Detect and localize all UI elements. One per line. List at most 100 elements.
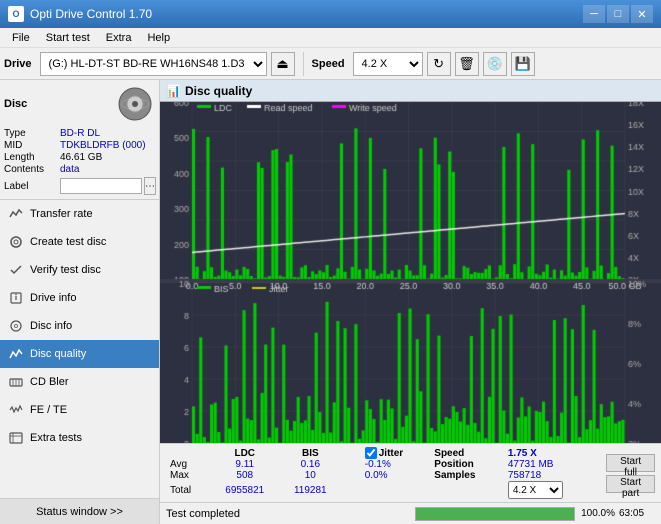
nav-list: Transfer rate Create test disc Verify te… bbox=[0, 200, 159, 498]
contents-key: Contents bbox=[4, 164, 60, 175]
create-disc-icon bbox=[8, 234, 24, 250]
start-part-button[interactable]: Start part bbox=[606, 475, 655, 493]
stats-table: LDC BIS Jitter Speed 1.75 X Avg 9.11 0.1… bbox=[166, 447, 598, 499]
eject-button[interactable]: ⏏ bbox=[271, 52, 295, 76]
nav-cd-bler[interactable]: CD Bler bbox=[0, 368, 159, 396]
drive-label: Drive bbox=[4, 58, 32, 70]
stats-speed-select[interactable]: 4.2 X bbox=[508, 481, 563, 499]
extra-tests-icon bbox=[8, 430, 24, 446]
time-value: 63:05 bbox=[619, 508, 655, 519]
disc-fields: Type BD-R DL MID TDKBLDRFB (000) Length … bbox=[4, 128, 155, 195]
start-buttons: Start full Start part bbox=[598, 447, 655, 499]
verify-icon bbox=[8, 262, 24, 278]
speed-select[interactable]: 4.2 X bbox=[353, 52, 423, 76]
nav-label-cd-bler: CD Bler bbox=[30, 376, 69, 388]
disc-length-row: Length 46.61 GB bbox=[4, 152, 155, 163]
nav-label-transfer-rate: Transfer rate bbox=[30, 208, 93, 220]
titlebar-left: O Opti Drive Control 1.70 bbox=[8, 6, 152, 22]
nav-disc-info[interactable]: Disc info bbox=[0, 312, 159, 340]
menubar: File Start test Extra Help bbox=[0, 28, 661, 48]
label-browse-button[interactable]: ⋯ bbox=[144, 177, 156, 195]
content-area: 📊 Disc quality LDC BIS Jitter Speed bbox=[160, 80, 661, 524]
disc-svg bbox=[117, 86, 153, 122]
chart-header-icon: 📊 bbox=[166, 84, 181, 98]
toolbar: Drive (G:) HL-DT-ST BD-RE WH16NS48 1.D3 … bbox=[0, 48, 661, 80]
label-key: Label bbox=[4, 181, 60, 192]
nav-label-create-test-disc: Create test disc bbox=[30, 236, 106, 248]
progress-bar-inner bbox=[416, 508, 575, 520]
mid-value: TDKBLDRFB (000) bbox=[60, 140, 146, 151]
progress-container: 100.0% 63:05 bbox=[415, 507, 656, 521]
max-label: Max bbox=[166, 470, 210, 481]
nav-create-test-disc[interactable]: Create test disc bbox=[0, 228, 159, 256]
refresh-button[interactable]: ↻ bbox=[427, 52, 451, 76]
erase-button[interactable]: 🗑 bbox=[455, 52, 479, 76]
status-text: Test completed bbox=[166, 508, 407, 520]
disc-panel: Disc Type BD-R DL MID TDKBL bbox=[0, 80, 159, 200]
bis-header: BIS bbox=[280, 447, 341, 459]
disc-mid-row: MID TDKBLDRFB (000) bbox=[4, 140, 155, 151]
max-bis: 10 bbox=[280, 470, 341, 481]
disc-icon bbox=[115, 84, 155, 124]
nav-label-fe-te: FE / TE bbox=[30, 404, 67, 416]
samples-label: Samples bbox=[430, 470, 504, 481]
transfer-rate-icon bbox=[8, 206, 24, 222]
max-jitter: 0.0% bbox=[361, 470, 431, 481]
avg-jitter: -0.1% bbox=[361, 459, 431, 470]
maximize-button[interactable]: □ bbox=[607, 5, 629, 23]
nav-label-extra-tests: Extra tests bbox=[30, 432, 82, 444]
sidebar: Disc Type BD-R DL MID TDKBL bbox=[0, 80, 160, 524]
nav-label-disc-info: Disc info bbox=[30, 320, 72, 332]
toolbar-separator bbox=[303, 52, 304, 76]
total-bis: 119281 bbox=[280, 481, 341, 499]
status-window-button[interactable]: Status window >> bbox=[0, 498, 159, 524]
nav-drive-info[interactable]: Drive info bbox=[0, 284, 159, 312]
length-key: Length bbox=[4, 152, 60, 163]
menu-start-test[interactable]: Start test bbox=[38, 30, 98, 46]
chart-header: 📊 Disc quality bbox=[160, 80, 661, 102]
progress-bar-outer bbox=[415, 507, 576, 521]
statusbar: Test completed 100.0% 63:05 bbox=[160, 502, 661, 524]
speed-stat-header: Speed bbox=[430, 447, 504, 459]
start-full-button[interactable]: Start full bbox=[606, 454, 655, 472]
stats-bar: LDC BIS Jitter Speed 1.75 X Avg 9.11 0.1… bbox=[160, 443, 661, 502]
drive-select[interactable]: (G:) HL-DT-ST BD-RE WH16NS48 1.D3 bbox=[40, 52, 267, 76]
minimize-button[interactable]: ─ bbox=[583, 5, 605, 23]
disc-label-row: Label ⋯ bbox=[4, 177, 155, 195]
menu-help[interactable]: Help bbox=[139, 30, 178, 46]
chart-canvas bbox=[160, 102, 661, 443]
position-value: 47731 MB bbox=[504, 459, 598, 470]
main-area: Disc Type BD-R DL MID TDKBL bbox=[0, 80, 661, 524]
length-value: 46.61 GB bbox=[60, 152, 102, 163]
nav-disc-quality[interactable]: Disc quality bbox=[0, 340, 159, 368]
burn-button[interactable]: 💿 bbox=[483, 52, 507, 76]
total-ldc: 6955821 bbox=[210, 481, 280, 499]
close-button[interactable]: ✕ bbox=[631, 5, 653, 23]
jitter-checkbox[interactable] bbox=[365, 447, 377, 459]
menu-extra[interactable]: Extra bbox=[98, 30, 140, 46]
charts-area bbox=[160, 102, 661, 443]
max-ldc: 508 bbox=[210, 470, 280, 481]
nav-verify-test-disc[interactable]: Verify test disc bbox=[0, 256, 159, 284]
disc-contents-row: Contents data bbox=[4, 164, 155, 175]
speed-stat-value: 1.75 X bbox=[504, 447, 598, 459]
titlebar-title: Opti Drive Control 1.70 bbox=[30, 7, 152, 21]
nav-extra-tests[interactable]: Extra tests bbox=[0, 424, 159, 452]
nav-label-disc-quality: Disc quality bbox=[30, 348, 86, 360]
avg-bis: 0.16 bbox=[280, 459, 341, 470]
save-button[interactable]: 💾 bbox=[511, 52, 535, 76]
nav-label-verify-test-disc: Verify test disc bbox=[30, 264, 101, 276]
nav-fe-te[interactable]: FE / TE bbox=[0, 396, 159, 424]
menu-file[interactable]: File bbox=[4, 30, 38, 46]
ldc-header: LDC bbox=[210, 447, 280, 459]
avg-label: Avg bbox=[166, 459, 210, 470]
chart-title: Disc quality bbox=[185, 84, 252, 98]
type-value: BD-R DL bbox=[60, 128, 100, 139]
progress-value: 100.0% bbox=[579, 508, 615, 519]
position-label: Position bbox=[430, 459, 504, 470]
disc-type-row: Type BD-R DL bbox=[4, 128, 155, 139]
nav-transfer-rate[interactable]: Transfer rate bbox=[0, 200, 159, 228]
label-input[interactable] bbox=[60, 178, 142, 194]
titlebar: O Opti Drive Control 1.70 ─ □ ✕ bbox=[0, 0, 661, 28]
total-label: Total bbox=[166, 481, 210, 499]
